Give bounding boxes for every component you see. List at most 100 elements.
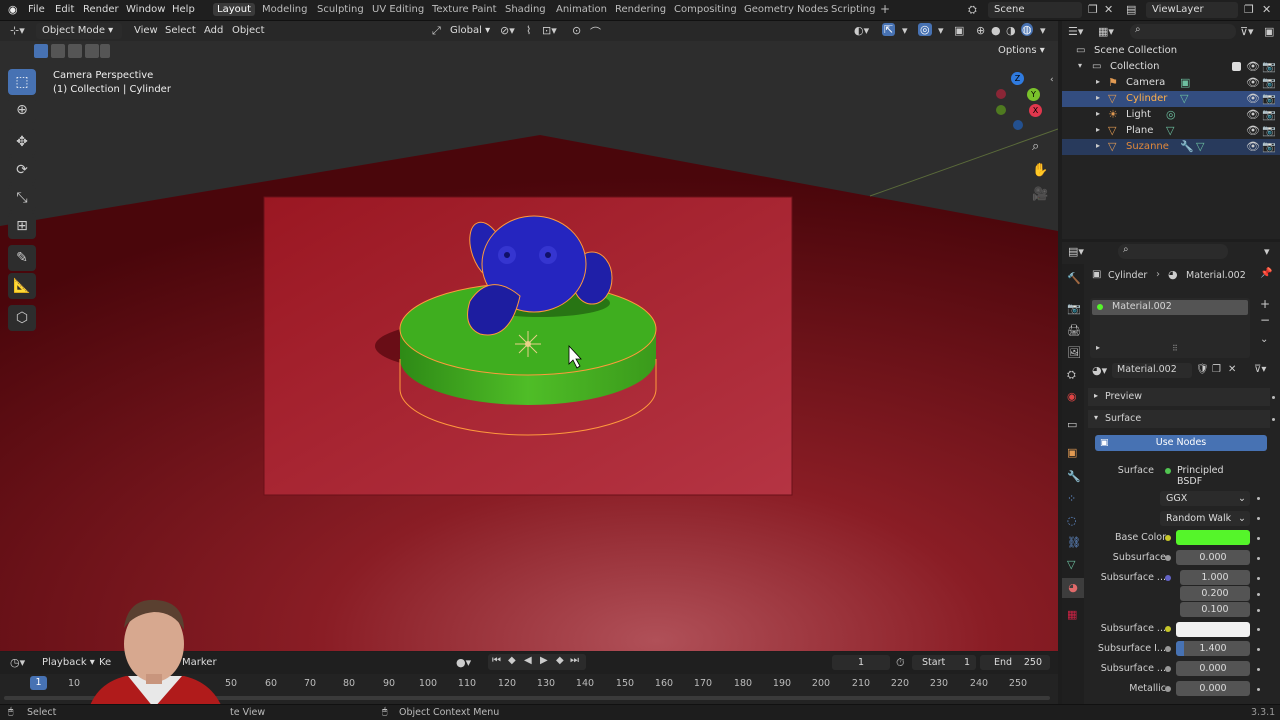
distribution-dropdown[interactable]: GGX ⌄ — [1160, 491, 1250, 506]
metallic-field[interactable]: 0.000 — [1176, 681, 1250, 696]
subsurface-anisotropy-field[interactable]: 0.000 — [1176, 661, 1250, 676]
add-slot-icon[interactable]: + — [1260, 297, 1270, 311]
expand-collection-icon[interactable]: ▾ — [1078, 61, 1082, 70]
render-tab-icon[interactable]: 📷 — [1067, 302, 1081, 315]
outliner-item-suzanne[interactable]: ▸ ▽ Suzanne 🔧 ▽ 👁 📷 — [1062, 139, 1280, 155]
tab-geometry-nodes[interactable]: Geometry Nodes — [744, 4, 828, 15]
texture-tab-icon[interactable]: ▦ — [1067, 608, 1077, 621]
play-icon[interactable]: ▶ — [540, 655, 548, 666]
keyframe-dot[interactable] — [1257, 688, 1260, 691]
outliner-scene-collection[interactable]: ▭ Scene Collection — [1062, 43, 1280, 59]
collection-checkbox[interactable] — [1232, 62, 1241, 71]
scene-field[interactable]: Scene — [988, 2, 1082, 18]
rotate-tool[interactable]: ⟳ — [8, 157, 36, 183]
render-camera-icon[interactable]: 📷 — [1262, 108, 1276, 121]
keyframe-dot[interactable] — [1257, 668, 1260, 671]
tab-texture-paint[interactable]: Texture Paint — [432, 4, 497, 15]
slot-menu-icon[interactable]: ⌄ — [1260, 334, 1268, 345]
keyframe-dot[interactable] — [1257, 577, 1260, 580]
record-icon[interactable]: ●▾ — [456, 656, 471, 669]
copy-scene-icon[interactable]: ❐ — [1088, 3, 1098, 16]
resize-handle-icon[interactable]: ⠿ — [1172, 344, 1178, 353]
editor-type-icon[interactable]: ⊹▾ — [10, 24, 25, 37]
menu-view[interactable]: View — [134, 25, 158, 36]
options-dropdown[interactable]: Options ▾ — [998, 45, 1045, 56]
falloff-icon[interactable]: ⌒ — [590, 24, 601, 40]
world-tab-icon[interactable]: ◉ — [1067, 390, 1077, 403]
tab-animation[interactable]: Animation — [556, 4, 607, 15]
subsurface-radius-y-field[interactable]: 0.200 — [1180, 586, 1250, 601]
render-camera-icon[interactable]: 📷 — [1262, 76, 1276, 89]
modifiers-tab-icon[interactable]: 🔧 — [1067, 470, 1081, 483]
keyframe-dot[interactable] — [1257, 609, 1260, 612]
gizmo-toggle-icon[interactable]: ⇱ — [882, 23, 896, 36]
expand-icon[interactable]: ▸ — [1096, 125, 1100, 134]
object-tab-icon[interactable]: ▣ — [1067, 446, 1077, 459]
jump-end-icon[interactable]: ⏭ — [570, 655, 579, 666]
snap-icon[interactable]: ⌇ — [526, 24, 531, 37]
outliner-search-input[interactable]: ⌕ — [1130, 24, 1236, 39]
eye-icon[interactable]: 👁 — [1246, 140, 1260, 153]
add-workspace-button[interactable]: + — [880, 2, 890, 16]
scale-tool[interactable]: ⤡ — [8, 185, 36, 211]
copy-view-layer-icon[interactable]: ❐ — [1244, 3, 1254, 16]
menu-select[interactable]: Select — [165, 25, 196, 36]
filter-icon[interactable]: ⊽▾ — [1240, 25, 1254, 38]
panel-drag-handle[interactable] — [1272, 418, 1275, 421]
cursor-tool[interactable]: ⊕ — [8, 97, 36, 123]
expand-slot-list-icon[interactable]: ▸ — [1096, 343, 1100, 352]
display-mode-icon[interactable]: ▦▾ — [1098, 25, 1114, 38]
transform-tool[interactable]: ⊞ — [8, 213, 36, 239]
shading-menu-icon[interactable]: ▾ — [1040, 24, 1046, 37]
physics-tab-icon[interactable]: ◌ — [1067, 514, 1077, 527]
render-camera-icon[interactable]: 📷 — [1262, 124, 1276, 137]
subsurface-method-dropdown[interactable]: Random Walk ⌄ — [1160, 511, 1250, 526]
eye-icon[interactable]: 👁 — [1246, 60, 1260, 73]
constraints-tab-icon[interactable]: ⛓ — [1067, 536, 1081, 549]
outliner-collection[interactable]: ▾ ▭ Collection 👁 📷 — [1062, 59, 1280, 75]
jump-start-icon[interactable]: ⏮ — [492, 655, 501, 666]
proportional-edit-icon[interactable]: ⊙ — [572, 24, 581, 37]
wireframe-shading-icon[interactable]: ⊕ — [976, 24, 985, 37]
preview-panel-header[interactable]: ▸ Preview — [1088, 388, 1270, 406]
keyframe-dot[interactable] — [1257, 537, 1260, 540]
scene-icon[interactable]: ⛭ — [968, 3, 977, 17]
distribution-keyframe-dot[interactable] — [1257, 497, 1260, 500]
material-tab-icon[interactable]: ◕ — [1062, 578, 1084, 598]
outliner-editor-icon[interactable]: ☰▾ — [1068, 25, 1083, 38]
pivot-icon[interactable]: ⊘▾ — [500, 24, 515, 37]
select-extend-icon[interactable] — [51, 44, 65, 58]
measure-tool[interactable]: 📐 — [8, 273, 36, 299]
tab-scripting[interactable]: Scripting — [831, 4, 875, 15]
select-invert-icon[interactable] — [85, 44, 99, 58]
gizmo-neg-x[interactable] — [996, 89, 1006, 99]
overlay-toggle-icon[interactable]: ◎ — [918, 23, 932, 36]
outliner-item-plane[interactable]: ▸ ▽ Plane ▽ 👁 📷 — [1062, 123, 1280, 139]
link-node-icon[interactable]: ⊽▾ — [1254, 364, 1266, 375]
pan-hand-icon[interactable]: ✋ — [1032, 163, 1048, 178]
material-name-field[interactable]: Material.002 — [1112, 363, 1192, 378]
gizmo-x-axis[interactable]: X — [1029, 104, 1042, 117]
xray-icon[interactable]: ▣ — [954, 24, 964, 37]
rendered-shading-icon[interactable]: ◍ — [1021, 23, 1033, 36]
preview-range-icon[interactable]: ⏱ — [896, 656, 905, 670]
surface-panel-header[interactable]: ▾ Surface — [1088, 410, 1270, 428]
navigation-gizmo[interactable]: Z Y X — [992, 71, 1046, 133]
keyframe-dot[interactable] — [1257, 593, 1260, 596]
data-tab-icon[interactable]: ▽ — [1067, 558, 1075, 571]
render-camera-icon[interactable]: 📷 — [1262, 140, 1276, 153]
material-shading-icon[interactable]: ◑ — [1006, 24, 1016, 37]
select-intersect-icon[interactable] — [100, 44, 110, 58]
gizmo-y-axis[interactable]: Y — [1027, 88, 1040, 101]
menu-render[interactable]: Render — [83, 4, 119, 15]
add-cube-tool[interactable]: ⬡ — [8, 305, 36, 331]
outliner-item-camera[interactable]: ▸ ⚑ Camera ▣ 👁 📷 — [1062, 75, 1280, 91]
menu-object[interactable]: Object — [232, 25, 265, 36]
blender-logo-icon[interactable]: ◉ — [8, 3, 18, 16]
keyframe-dot[interactable] — [1257, 628, 1260, 631]
menu-file[interactable]: File — [28, 4, 45, 15]
properties-options-icon[interactable]: ▾ — [1264, 245, 1270, 258]
end-frame-field[interactable]: End 250 — [980, 655, 1050, 670]
menu-add[interactable]: Add — [204, 25, 223, 36]
duplicate-material-icon[interactable]: ❐ — [1212, 364, 1221, 375]
